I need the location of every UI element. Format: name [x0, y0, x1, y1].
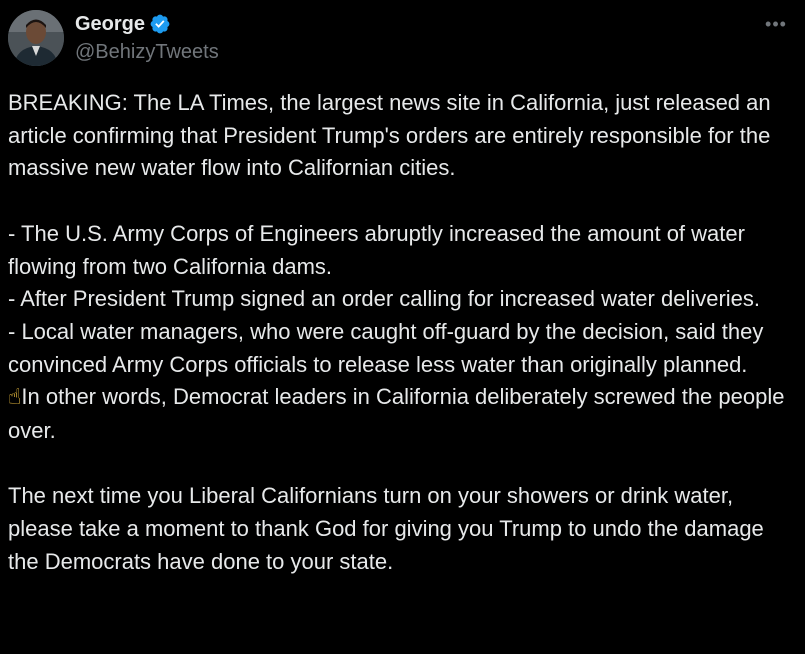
- tweet-text: BREAKING: The LA Times, the largest news…: [8, 87, 798, 579]
- avatar[interactable]: [8, 10, 64, 66]
- more-horizontal-icon: •••: [765, 14, 787, 34]
- tweet-conclusion-text: In other words, Democrat leaders in Cali…: [8, 384, 791, 444]
- verified-badge-icon: [149, 13, 171, 35]
- author-handle[interactable]: @BehizyTweets: [75, 40, 219, 64]
- author-display-name[interactable]: George: [75, 11, 145, 37]
- author-name-row: George: [75, 11, 171, 37]
- more-options-button[interactable]: •••: [761, 12, 791, 36]
- pointing-up-emoji-icon: ☝: [8, 385, 22, 411]
- tweet-paragraph-conclusion: ☝In other words, Democrat leaders in Cal…: [8, 381, 798, 447]
- tweet-paragraph-bullets: - The U.S. Army Corps of Engineers abrup…: [8, 220, 764, 377]
- tweet-paragraph-intro: BREAKING: The LA Times, the largest news…: [8, 90, 777, 181]
- tweet-paragraph-closing: The next time you Liberal Californians t…: [8, 483, 770, 574]
- tweet: George @BehizyTweets ••• BREAKING: The L…: [0, 0, 805, 654]
